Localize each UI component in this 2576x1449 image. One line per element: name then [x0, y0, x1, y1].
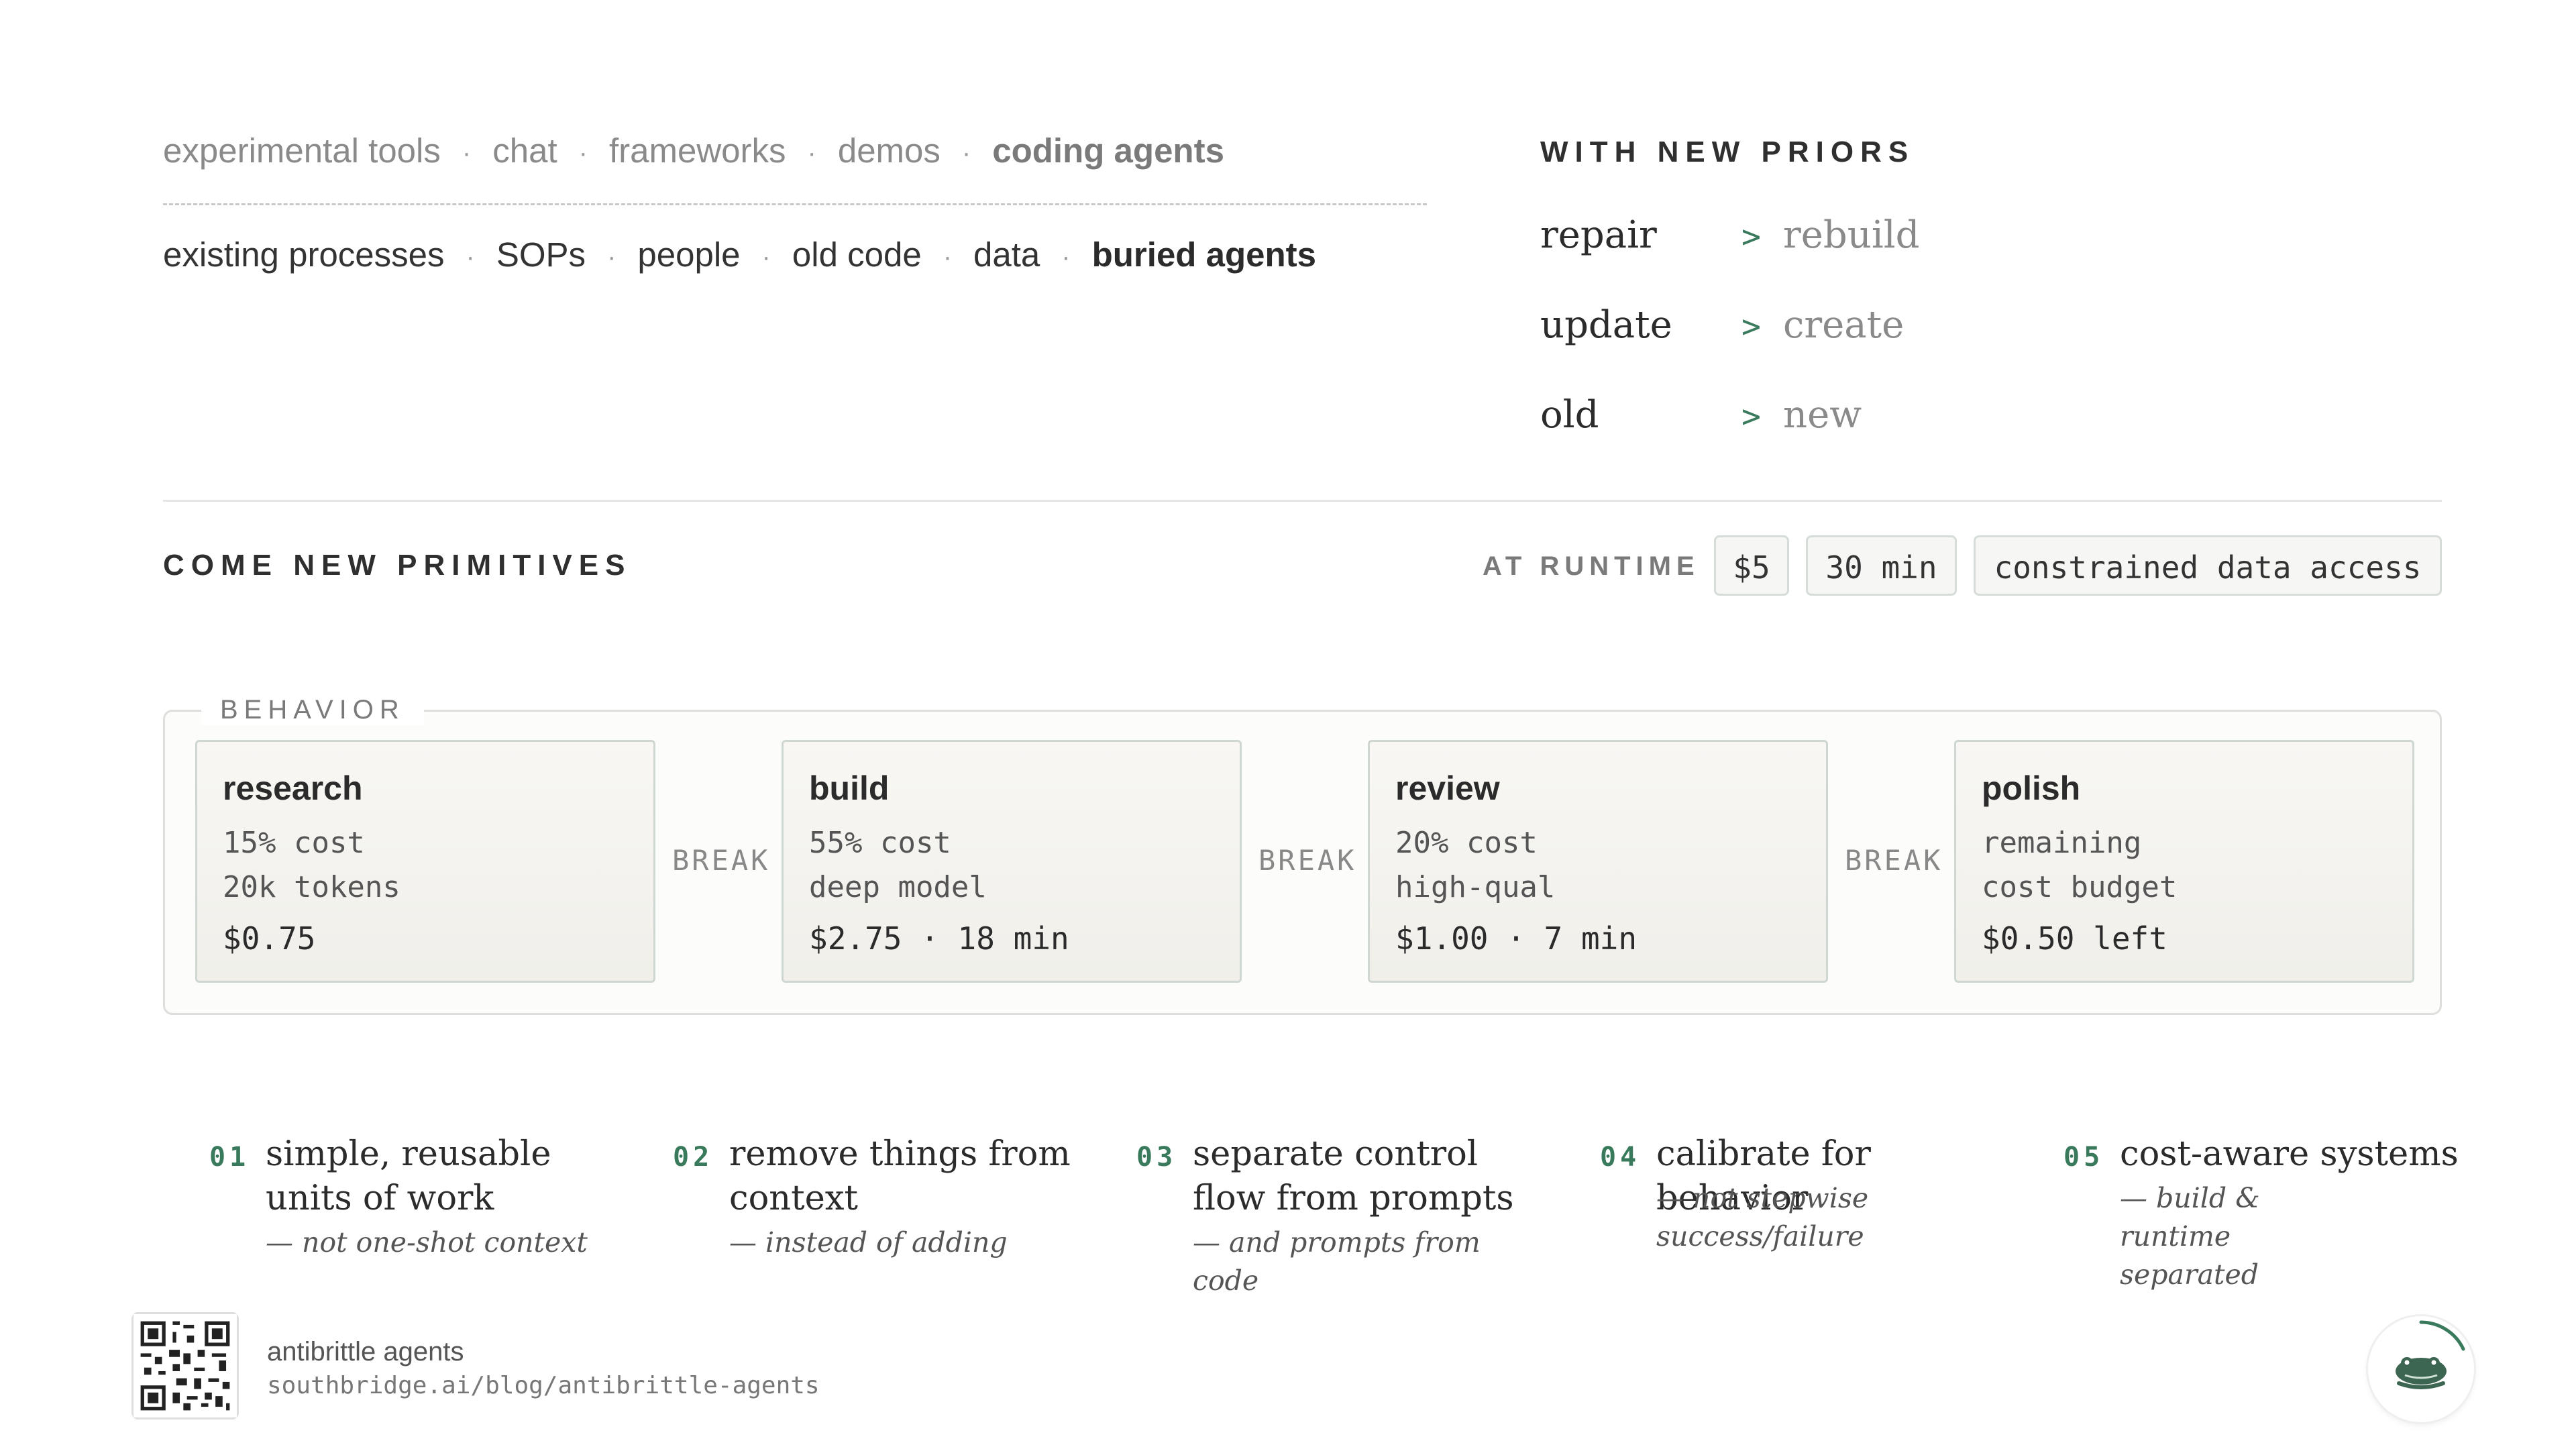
prior-new: new — [1783, 393, 1862, 437]
principle-subtitle: — not stepwise success/failure — [1656, 1182, 1869, 1252]
principle-subtitle: — instead of adding — [729, 1226, 1008, 1258]
principle-subtitle: — and prompts from code — [1193, 1226, 1481, 1297]
stage-line: 20k tokens — [223, 870, 400, 904]
category-row-experimental: experimental tools · chat · frameworks · demos… — [163, 131, 1224, 170]
category-item: chat — [492, 131, 557, 170]
stage-line: deep model — [809, 870, 987, 904]
dashed-divider — [163, 203, 1427, 205]
frog-logo-icon — [2368, 1316, 2474, 1422]
primitives-heading: COME NEW PRIMITIVES — [163, 549, 632, 582]
separator-dot: · — [807, 138, 816, 168]
stage-price: $0.50 left — [1982, 920, 2167, 957]
category-item-highlight: coding agents — [992, 131, 1224, 170]
prior-old: repair — [1540, 213, 1657, 257]
prior-new: create — [1783, 303, 1904, 347]
category-item: experimental tools — [163, 131, 441, 170]
break-label: BREAK — [1845, 844, 1943, 877]
runtime-chip-data: constrained data access — [1974, 535, 2442, 596]
footer-url[interactable]: southbridge.ai/blog/antibrittle-agents — [267, 1372, 820, 1399]
stage-price: $2.75 · 18 min — [809, 920, 1069, 957]
principle-title: remove things from context — [729, 1134, 1071, 1218]
principle-subtitle: — build & runtime separated — [2120, 1182, 2260, 1291]
separator-dot: · — [761, 242, 771, 272]
stage-title: polish — [1982, 769, 2081, 807]
separator-dot: · — [1061, 242, 1071, 272]
behavior-legend: BEHAVIOR — [201, 695, 424, 725]
stage-title: build — [809, 769, 890, 807]
qr-code-icon[interactable] — [131, 1312, 239, 1419]
break-label: BREAK — [672, 844, 771, 877]
stage-title: research — [223, 769, 363, 807]
priors-heading: WITH NEW PRIORS — [1540, 136, 1915, 168]
prior-row: update > create — [1540, 303, 1904, 347]
principle-number: 01 — [209, 1142, 250, 1173]
stage-title: review — [1395, 769, 1500, 807]
arrow-icon: > — [1741, 398, 1761, 435]
runtime-label: AT RUNTIME — [1483, 551, 1700, 581]
runtime-chip-budget: $5 — [1714, 535, 1789, 596]
stage-card-polish: polish remaining cost budget $0.50 left — [1954, 740, 2414, 983]
prior-old: old — [1540, 393, 1599, 437]
principle-number: 04 — [1600, 1142, 1641, 1173]
stage-line: 15% cost — [223, 826, 365, 860]
footer-title: antibrittle agents — [267, 1337, 464, 1366]
category-item: SOPs — [496, 235, 586, 274]
principle-number: 03 — [1136, 1142, 1177, 1173]
category-row-existing: existing processes · SOPs · people · old code ·… — [163, 235, 1316, 274]
separator-dot: · — [943, 242, 953, 272]
category-item: frameworks — [608, 131, 786, 170]
stage-card-build: build 55% cost deep model $2.75 · 18 min — [782, 740, 1242, 983]
stage-price: $1.00 · 7 min — [1395, 920, 1638, 957]
category-item: data — [973, 235, 1040, 274]
stage-line: 20% cost — [1395, 826, 1538, 860]
section-divider — [163, 500, 2442, 502]
prior-old: update — [1540, 303, 1672, 347]
category-item: demos — [837, 131, 941, 170]
category-item: old code — [792, 235, 922, 274]
arrow-icon: > — [1741, 218, 1761, 256]
principle-subtitle: — not one-shot context — [266, 1226, 588, 1258]
prior-row: repair > rebuild — [1540, 213, 1920, 257]
stage-card-review: review 20% cost high-qual $1.00 · 7 min — [1368, 740, 1828, 983]
stage-line: 55% cost — [809, 826, 951, 860]
principle-title: simple, reusable units of work — [266, 1134, 551, 1218]
arrow-icon: > — [1741, 308, 1761, 345]
principle-number: 02 — [673, 1142, 714, 1173]
stage-price: $0.75 — [223, 920, 316, 957]
prior-row: old > new — [1540, 393, 1862, 437]
principle-title: cost-aware systems — [2120, 1134, 2459, 1174]
prior-new: rebuild — [1783, 213, 1920, 257]
category-item: people — [637, 235, 741, 274]
separator-dot: · — [466, 242, 475, 272]
separator-dot: · — [578, 138, 588, 168]
principle-number: 05 — [2063, 1142, 2104, 1173]
separator-dot: · — [961, 138, 971, 168]
break-label: BREAK — [1258, 844, 1357, 877]
category-item-highlight: buried agents — [1091, 235, 1317, 274]
stage-line: remaining — [1982, 826, 2142, 860]
principle-title: separate control flow from prompts — [1193, 1134, 1514, 1218]
runtime-chip-time: 30 min — [1806, 535, 1957, 596]
separator-dot: · — [607, 242, 616, 272]
separator-dot: · — [462, 138, 472, 168]
stage-line: high-qual — [1395, 870, 1556, 904]
stage-line: cost budget — [1982, 870, 2178, 904]
category-item: existing processes — [163, 235, 445, 274]
stage-card-research: research 15% cost 20k tokens $0.75 — [195, 740, 655, 983]
